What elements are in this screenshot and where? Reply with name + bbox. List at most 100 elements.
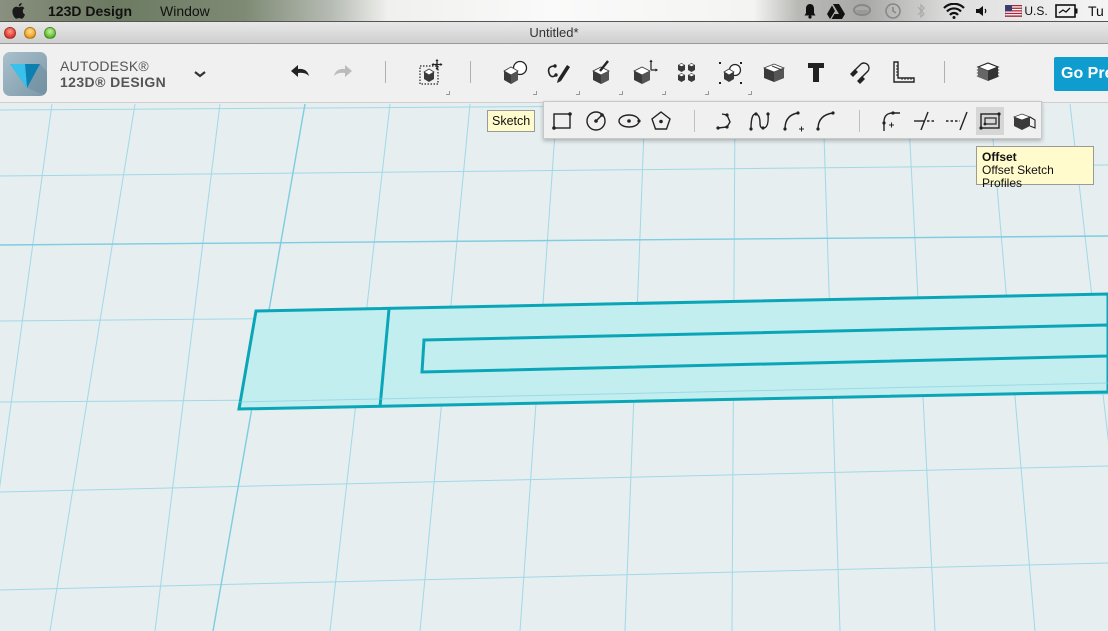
grid-line-vertical	[154, 104, 221, 631]
sketch-profiles[interactable]	[237, 292, 1108, 411]
input-source-label[interactable]: U.S.	[1024, 2, 1048, 20]
combine-button[interactable]	[757, 56, 791, 88]
undo-button[interactable]	[284, 56, 318, 88]
sketch-tooltip: Sketch	[487, 110, 536, 132]
flyout-indicator	[446, 91, 450, 95]
sketch-rectangle-button[interactable]	[548, 107, 576, 135]
mac-menubar: 123D Design Window U.S. Tu	[0, 0, 1108, 22]
construct-icon	[592, 60, 610, 84]
flyout-indicator	[748, 91, 752, 95]
toolbar-separator	[470, 61, 471, 83]
chevron-down-icon	[194, 71, 206, 78]
magnet-icon	[850, 62, 870, 84]
brand-product: 123D® DESIGN	[60, 74, 167, 90]
fillet-icon	[882, 111, 900, 131]
menubar-clock[interactable]: Tu	[1088, 2, 1108, 20]
three-point-arc-icon	[816, 111, 835, 131]
battery-icon[interactable]	[1054, 2, 1080, 20]
redo-arrow-icon	[334, 65, 352, 77]
sketch-rectangle-icon	[552, 112, 572, 130]
two-point-arc-button[interactable]	[779, 107, 807, 135]
offset-button[interactable]	[976, 107, 1004, 135]
document-title: Untitled*	[529, 25, 579, 40]
menu-window[interactable]: Window	[160, 3, 210, 19]
extend-button[interactable]	[943, 107, 971, 135]
polyline-button[interactable]	[712, 107, 740, 135]
trim-icon	[914, 111, 936, 131]
sketch-polygon-icon	[651, 111, 671, 130]
snap-button[interactable]	[842, 56, 876, 88]
combine-icon	[762, 63, 786, 82]
app-menu-dropdown[interactable]	[190, 66, 210, 82]
undo-arrow-icon	[291, 65, 309, 77]
three-point-arc-button[interactable]	[812, 107, 840, 135]
grouping-button[interactable]	[714, 56, 748, 88]
trim-button[interactable]	[911, 107, 939, 135]
flyout-indicator	[619, 91, 623, 95]
volume-icon[interactable]	[974, 2, 988, 20]
flyout-separator	[859, 110, 860, 132]
material-button[interactable]	[971, 56, 1005, 88]
wifi-icon[interactable]	[942, 2, 966, 20]
bluetooth-icon[interactable]	[914, 2, 928, 20]
toolbar-separator	[944, 61, 945, 83]
flyout-indicator	[705, 91, 709, 95]
flyout-separator	[694, 110, 695, 132]
project-button[interactable]	[1010, 107, 1038, 135]
primitives-button[interactable]	[498, 56, 532, 88]
sketch-flyout-menu	[543, 101, 1042, 139]
grid-line-vertical	[0, 104, 53, 489]
flyout-indicator	[662, 91, 666, 95]
grid-line-horizontal	[0, 164, 1108, 177]
modify-icon	[633, 59, 658, 84]
modify-button[interactable]	[628, 56, 662, 88]
text-button[interactable]	[799, 56, 833, 88]
sketch-circle-button[interactable]	[582, 107, 610, 135]
two-point-arc-icon	[783, 111, 804, 132]
autodesk-123d-logo-icon	[10, 64, 47, 96]
grid-axis-x	[0, 235, 1108, 246]
grouping-icon	[719, 62, 742, 84]
sketch-icon	[547, 64, 570, 83]
app-logo[interactable]	[3, 52, 47, 96]
flyout-indicator	[576, 91, 580, 95]
sketch-circle-icon	[586, 111, 606, 131]
spline-button[interactable]	[746, 107, 774, 135]
app-root: 123D Design Window U.S. Tu Untitled* AUT…	[0, 0, 1108, 631]
google-drive-icon[interactable]	[826, 2, 846, 20]
flyout-indicator	[533, 91, 537, 95]
ruler-icon	[893, 61, 915, 83]
menu-app-name[interactable]: 123D Design	[48, 3, 132, 19]
grid-line-horizontal	[0, 465, 1108, 493]
time-machine-icon[interactable]	[882, 2, 904, 20]
brand-autodesk: AUTODESK®	[60, 58, 149, 74]
offset-tooltip: Offset Offset Sketch Profiles	[976, 146, 1094, 190]
redo-button[interactable]	[325, 56, 359, 88]
pattern-icon	[678, 63, 695, 82]
sketch-button[interactable]	[542, 56, 576, 88]
measure-button[interactable]	[885, 56, 919, 88]
main-toolbar: AUTODESK® 123D® DESIGN Go Pr	[0, 44, 1108, 103]
text-icon	[808, 63, 824, 82]
grid-line-vertical	[49, 104, 136, 631]
sketch-ellipse-icon	[618, 114, 641, 128]
window-titlebar: Untitled*	[0, 22, 1108, 44]
sketch-ellipse-button[interactable]	[615, 107, 643, 135]
pattern-button[interactable]	[670, 56, 704, 88]
go-premium-button[interactable]: Go Premium	[1054, 57, 1108, 91]
offset-icon	[979, 112, 1001, 130]
scene-canvas[interactable]	[0, 104, 1108, 631]
fillet-button[interactable]	[877, 107, 905, 135]
construct-button[interactable]	[585, 56, 619, 88]
grid-line-horizontal	[0, 562, 1108, 591]
sketch-polygon-button[interactable]	[647, 107, 675, 135]
notification-bell-icon[interactable]	[802, 2, 818, 20]
toolbar-separator	[385, 61, 386, 83]
3d-viewport[interactable]	[0, 104, 1108, 631]
us-flag-icon	[1004, 2, 1022, 20]
polyline-icon	[716, 113, 731, 130]
apple-menu-icon[interactable]	[12, 2, 28, 19]
transform-icon	[419, 59, 443, 85]
teacup-icon[interactable]	[852, 2, 874, 20]
transform-button[interactable]	[413, 56, 447, 88]
